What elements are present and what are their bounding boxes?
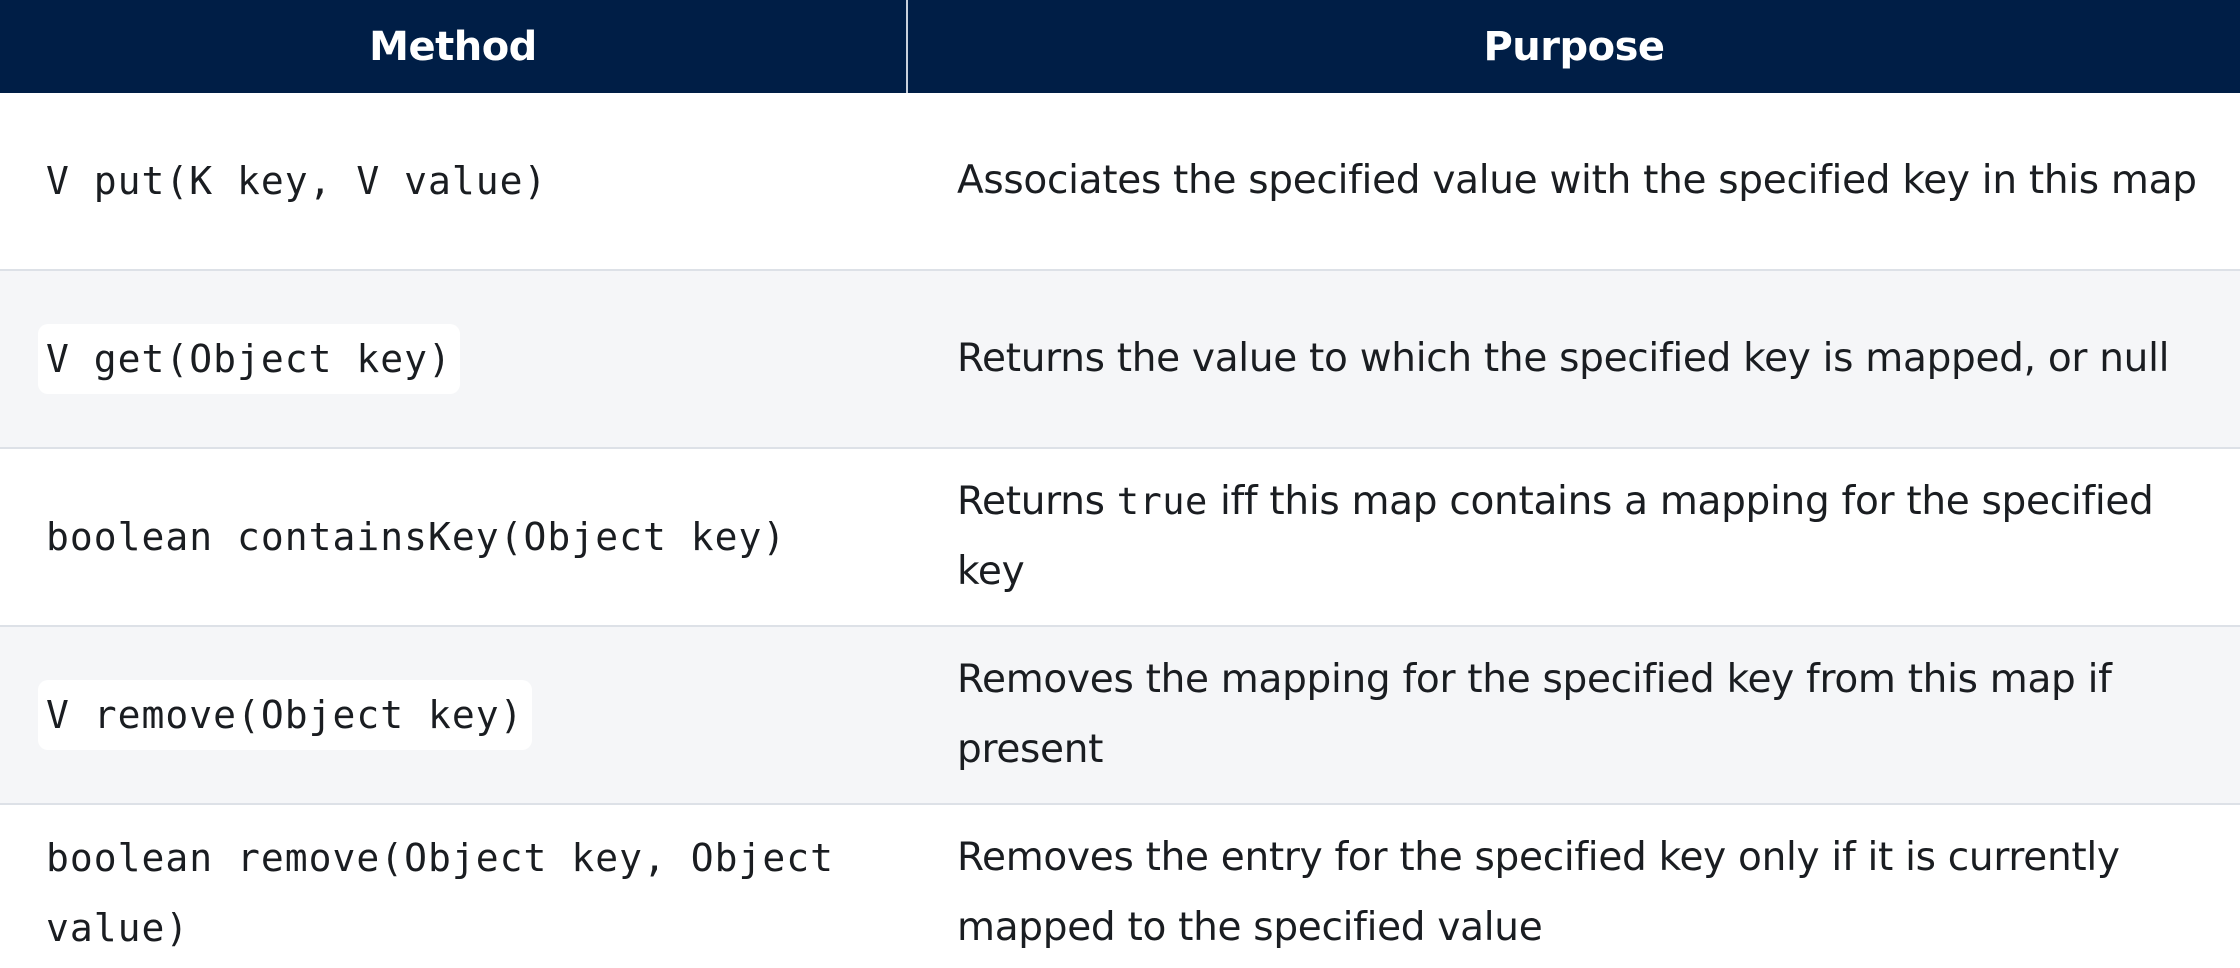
method-signature: V get(Object key) — [38, 324, 460, 394]
purpose-cell: Removes the entry for the specified key … — [908, 805, 2240, 968]
table-row: V remove(Object key) Removes the mapping… — [0, 627, 2240, 805]
purpose-cell: Removes the mapping for the specified ke… — [908, 627, 2240, 803]
method-cell: V get(Object key) — [0, 271, 908, 447]
purpose-text: Associates the specified value with the … — [957, 158, 2197, 203]
method-cell: V put(K key, V value) — [0, 93, 908, 269]
methods-table: Method Purpose V put(K key, V value) Ass… — [0, 0, 2240, 968]
table-row: boolean remove(Object key, Object value)… — [0, 805, 2240, 968]
purpose-text: Removes the mapping for the specified ke… — [957, 657, 2112, 772]
method-signature: V remove(Object key) — [38, 680, 532, 750]
purpose-cell: Associates the specified value with the … — [908, 93, 2240, 269]
purpose-text-before: Returns — [957, 479, 1117, 524]
table-row: V get(Object key) Returns the value to w… — [0, 271, 2240, 449]
purpose-cell: Returns the value to which the specified… — [908, 271, 2240, 447]
table-header: Method Purpose — [0, 0, 2240, 93]
purpose-text: Returns the value to which the specified… — [957, 336, 2170, 381]
inline-code-true: true — [1116, 480, 1208, 523]
method-cell: boolean remove(Object key, Object value) — [0, 805, 908, 968]
purpose-text: Removes the entry for the specified key … — [957, 835, 2120, 950]
method-signature: boolean containsKey(Object key) — [46, 515, 787, 559]
method-cell: V remove(Object key) — [0, 627, 908, 803]
purpose-text: Returns true iff this map contains a map… — [957, 467, 2200, 607]
table-row: V put(K key, V value) Associates the spe… — [0, 93, 2240, 271]
column-header-purpose: Purpose — [1483, 23, 1665, 70]
purpose-cell: Returns true iff this map contains a map… — [908, 449, 2240, 625]
method-signature: V put(K key, V value) — [46, 159, 548, 203]
method-signature: boolean remove(Object key, Object value) — [46, 836, 834, 950]
column-header-method: Method — [0, 0, 908, 93]
method-cell: boolean containsKey(Object key) — [0, 449, 908, 625]
table-row: boolean containsKey(Object key) Returns … — [0, 449, 2240, 627]
